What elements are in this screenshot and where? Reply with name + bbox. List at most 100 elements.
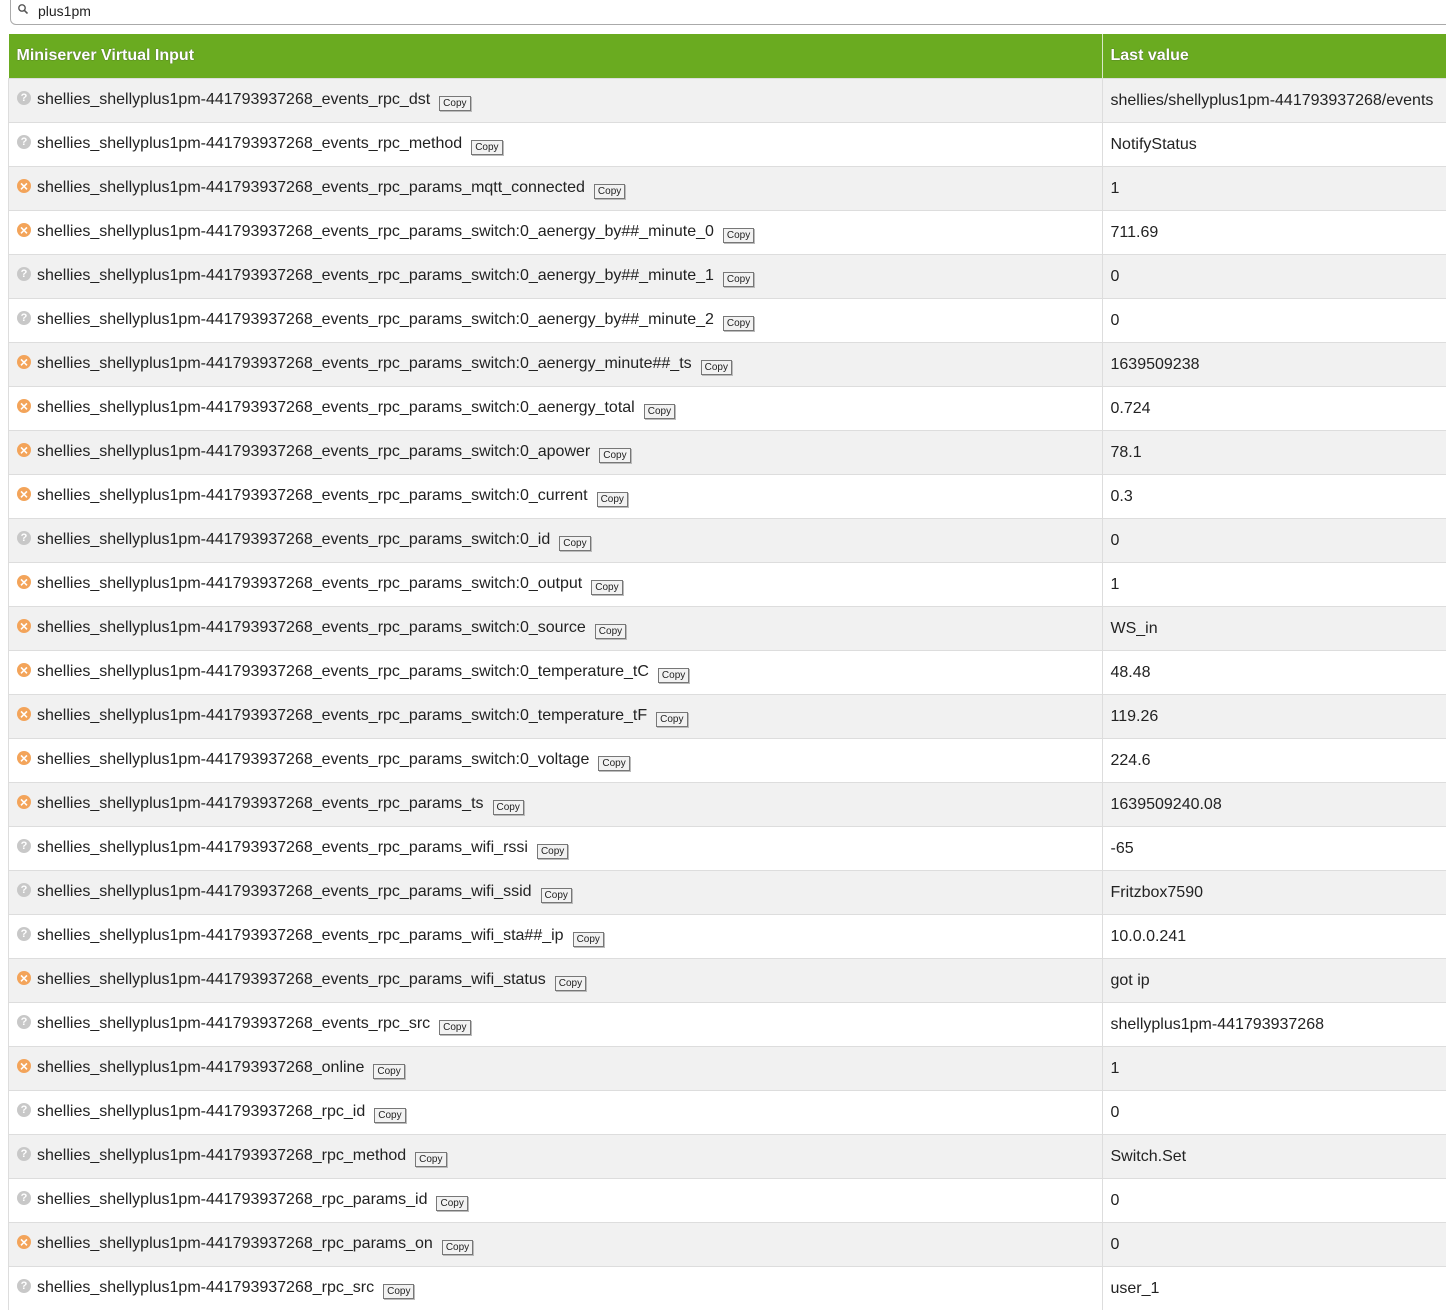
copy-button[interactable]: Copy: [471, 140, 502, 155]
error-status-icon: [17, 355, 31, 369]
input-name-cell: shellies_shellyplus1pm-441793937268_even…: [9, 739, 1103, 783]
table-row[interactable]: shellies_shellyplus1pm-441793937268_even…: [9, 123, 1446, 167]
copy-button[interactable]: Copy: [559, 536, 590, 551]
table-row[interactable]: shellies_shellyplus1pm-441793937268_rpc_…: [9, 1091, 1446, 1135]
question-status-icon: [17, 135, 31, 149]
copy-button[interactable]: Copy: [595, 624, 626, 639]
table-row[interactable]: shellies_shellyplus1pm-441793937268_even…: [9, 783, 1446, 827]
copy-button[interactable]: Copy: [374, 1108, 405, 1123]
table-row[interactable]: shellies_shellyplus1pm-441793937268_rpc_…: [9, 1179, 1446, 1223]
input-name-cell: shellies_shellyplus1pm-441793937268_even…: [9, 475, 1103, 519]
table-row[interactable]: shellies_shellyplus1pm-441793937268_even…: [9, 387, 1446, 431]
table-row[interactable]: shellies_shellyplus1pm-441793937268_even…: [9, 871, 1446, 915]
table-row[interactable]: shellies_shellyplus1pm-441793937268_even…: [9, 343, 1446, 387]
table-row[interactable]: shellies_shellyplus1pm-441793937268_even…: [9, 79, 1446, 123]
column-header-last-value[interactable]: Last value: [1102, 34, 1446, 79]
input-name-cell: shellies_shellyplus1pm-441793937268_even…: [9, 255, 1103, 299]
copy-button[interactable]: Copy: [701, 360, 732, 375]
table-row[interactable]: shellies_shellyplus1pm-441793937268_even…: [9, 607, 1446, 651]
table-row[interactable]: shellies_shellyplus1pm-441793937268_even…: [9, 475, 1446, 519]
copy-button[interactable]: Copy: [442, 1240, 473, 1255]
copy-button[interactable]: Copy: [436, 1196, 467, 1211]
input-name: shellies_shellyplus1pm-441793937268_even…: [37, 795, 484, 812]
question-status-icon: [17, 839, 31, 853]
copy-button[interactable]: Copy: [541, 888, 572, 903]
input-name-cell: shellies_shellyplus1pm-441793937268_even…: [9, 519, 1103, 563]
table-row[interactable]: shellies_shellyplus1pm-441793937268_even…: [9, 739, 1446, 783]
copy-button[interactable]: Copy: [383, 1284, 414, 1299]
copy-button[interactable]: Copy: [594, 184, 625, 199]
last-value-cell: 10.0.0.241: [1102, 915, 1446, 959]
copy-button[interactable]: Copy: [493, 800, 524, 815]
last-value-cell: 0: [1102, 1223, 1446, 1267]
column-header-name[interactable]: Miniserver Virtual Input: [9, 34, 1103, 79]
last-value-cell: 119.26: [1102, 695, 1446, 739]
copy-button[interactable]: Copy: [415, 1152, 446, 1167]
copy-button[interactable]: Copy: [373, 1064, 404, 1079]
last-value-cell: 1: [1102, 1047, 1446, 1091]
table-row[interactable]: shellies_shellyplus1pm-441793937268_even…: [9, 827, 1446, 871]
table-row[interactable]: shellies_shellyplus1pm-441793937268_even…: [9, 651, 1446, 695]
input-name: shellies_shellyplus1pm-441793937268_even…: [37, 487, 588, 504]
input-name-cell: shellies_shellyplus1pm-441793937268_even…: [9, 79, 1103, 123]
error-status-icon: [17, 619, 31, 633]
input-name-cell: shellies_shellyplus1pm-441793937268_even…: [9, 871, 1103, 915]
table-row[interactable]: shellies_shellyplus1pm-441793937268_even…: [9, 431, 1446, 475]
copy-button[interactable]: Copy: [599, 448, 630, 463]
table-row[interactable]: shellies_shellyplus1pm-441793937268_rpc_…: [9, 1267, 1446, 1310]
copy-button[interactable]: Copy: [573, 932, 604, 947]
search-box[interactable]: [10, 0, 1446, 25]
input-name-cell: shellies_shellyplus1pm-441793937268_even…: [9, 783, 1103, 827]
last-value-cell: 78.1: [1102, 431, 1446, 475]
error-status-icon: [17, 707, 31, 721]
copy-button[interactable]: Copy: [723, 228, 754, 243]
input-name-cell: shellies_shellyplus1pm-441793937268_even…: [9, 607, 1103, 651]
table-row[interactable]: shellies_shellyplus1pm-441793937268_rpc_…: [9, 1135, 1446, 1179]
table-row[interactable]: shellies_shellyplus1pm-441793937268_even…: [9, 167, 1446, 211]
last-value-cell: NotifyStatus: [1102, 123, 1446, 167]
table-row[interactable]: shellies_shellyplus1pm-441793937268_even…: [9, 563, 1446, 607]
error-status-icon: [17, 663, 31, 677]
copy-button[interactable]: Copy: [537, 844, 568, 859]
input-name-cell: shellies_shellyplus1pm-441793937268_even…: [9, 211, 1103, 255]
search-icon: [18, 4, 28, 14]
input-name: shellies_shellyplus1pm-441793937268_even…: [37, 179, 585, 196]
table-row[interactable]: shellies_shellyplus1pm-441793937268_even…: [9, 959, 1446, 1003]
table-row[interactable]: shellies_shellyplus1pm-441793937268_even…: [9, 915, 1446, 959]
table-header-row: Miniserver Virtual Input Last value: [9, 34, 1446, 79]
copy-button[interactable]: Copy: [439, 96, 470, 111]
question-status-icon: [17, 1015, 31, 1029]
error-status-icon: [17, 575, 31, 589]
table-row[interactable]: shellies_shellyplus1pm-441793937268_even…: [9, 1003, 1446, 1047]
input-name-cell: shellies_shellyplus1pm-441793937268_even…: [9, 1003, 1103, 1047]
last-value-cell: Switch.Set: [1102, 1135, 1446, 1179]
table-row[interactable]: shellies_shellyplus1pm-441793937268_even…: [9, 211, 1446, 255]
search-input[interactable]: [38, 3, 638, 19]
copy-button[interactable]: Copy: [644, 404, 675, 419]
last-value-cell: 0.724: [1102, 387, 1446, 431]
copy-button[interactable]: Copy: [598, 756, 629, 771]
input-name: shellies_shellyplus1pm-441793937268_even…: [37, 883, 532, 900]
copy-button[interactable]: Copy: [723, 272, 754, 287]
copy-button[interactable]: Copy: [597, 492, 628, 507]
copy-button[interactable]: Copy: [658, 668, 689, 683]
table-row[interactable]: shellies_shellyplus1pm-441793937268_even…: [9, 695, 1446, 739]
error-status-icon: [17, 487, 31, 501]
table-row[interactable]: shellies_shellyplus1pm-441793937268_even…: [9, 299, 1446, 343]
input-name-cell: shellies_shellyplus1pm-441793937268_even…: [9, 827, 1103, 871]
copy-button[interactable]: Copy: [439, 1020, 470, 1035]
last-value-cell: 224.6: [1102, 739, 1446, 783]
input-name-cell: shellies_shellyplus1pm-441793937268_even…: [9, 431, 1103, 475]
error-status-icon: [17, 1235, 31, 1249]
copy-button[interactable]: Copy: [555, 976, 586, 991]
input-name: shellies_shellyplus1pm-441793937268_even…: [37, 399, 635, 416]
copy-button[interactable]: Copy: [656, 712, 687, 727]
table-row[interactable]: shellies_shellyplus1pm-441793937268_rpc_…: [9, 1223, 1446, 1267]
copy-button[interactable]: Copy: [723, 316, 754, 331]
last-value-cell: 0: [1102, 1091, 1446, 1135]
error-status-icon: [17, 1059, 31, 1073]
table-row[interactable]: shellies_shellyplus1pm-441793937268_even…: [9, 255, 1446, 299]
table-row[interactable]: shellies_shellyplus1pm-441793937268_even…: [9, 519, 1446, 563]
copy-button[interactable]: Copy: [591, 580, 622, 595]
table-row[interactable]: shellies_shellyplus1pm-441793937268_onli…: [9, 1047, 1446, 1091]
